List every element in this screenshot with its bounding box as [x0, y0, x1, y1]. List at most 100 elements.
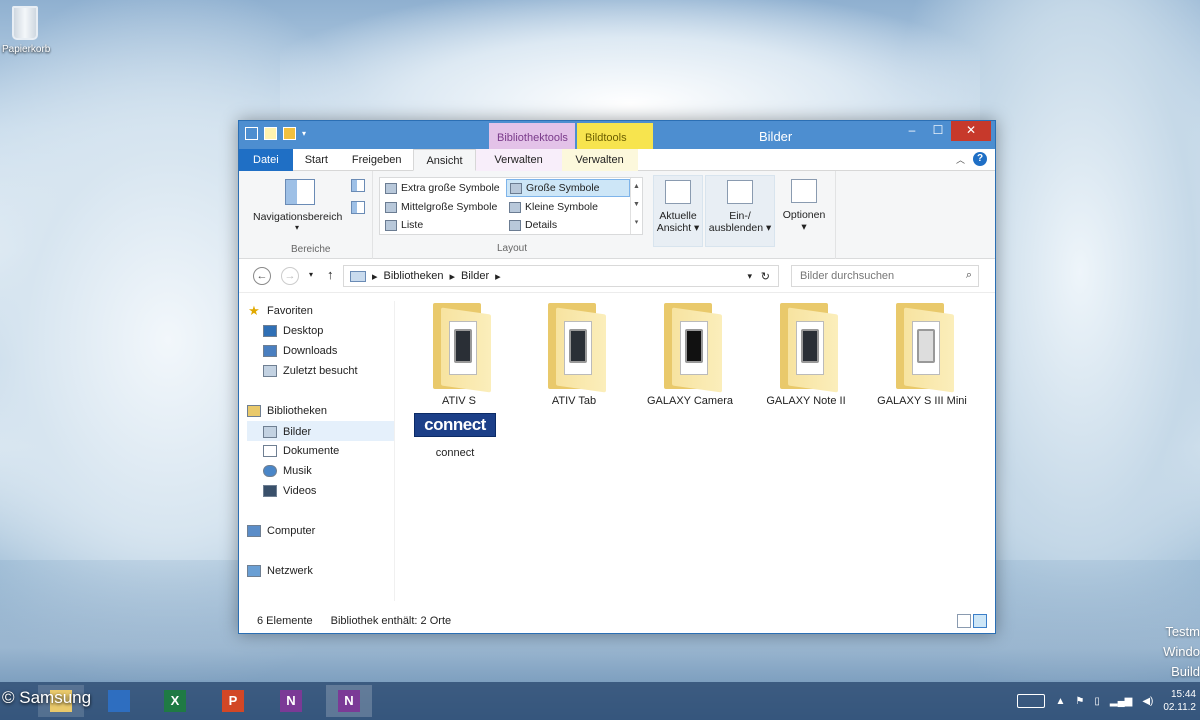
file-item[interactable]: connect connect [400, 413, 510, 459]
window-title: Bilder [759, 129, 793, 144]
tab-file[interactable]: Datei [239, 149, 293, 171]
pictures-icon [263, 425, 277, 438]
flag-icon[interactable]: ⚑ [1075, 696, 1084, 707]
taskbar-onenote[interactable]: N [268, 685, 314, 717]
nav-music[interactable]: Musik [247, 461, 394, 481]
layout-small-icons[interactable]: Kleine Symbole [506, 198, 630, 216]
window-icon[interactable] [245, 127, 258, 140]
nav-recent[interactable]: Zuletzt besucht [247, 361, 394, 381]
status-library-info: Bibliothek enthält: 2 Orte [330, 615, 452, 627]
options-dropdown-icon: ▾ [801, 221, 807, 233]
recent-locations-icon[interactable]: ▾ [309, 270, 313, 279]
tab-manage-library[interactable]: Verwalten [475, 149, 562, 171]
nav-videos[interactable]: Videos [247, 481, 394, 501]
navigation-pane-button[interactable]: Navigationsbereich [253, 211, 342, 223]
address-input[interactable]: ▸ Bibliotheken ▸ Bilder ▸ ▾ ↻ [343, 265, 779, 287]
nav-label: Downloads [283, 345, 338, 357]
nav-downloads[interactable]: Downloads [247, 341, 394, 361]
layout-list[interactable]: Liste [382, 216, 504, 234]
large-icons-icon [510, 182, 522, 194]
forward-button[interactable]: → [281, 267, 299, 285]
minimize-button[interactable]: – [899, 121, 925, 141]
nav-desktop[interactable]: Desktop [247, 321, 394, 341]
file-name: GALAXY S III Mini [877, 395, 967, 407]
taskbar-onenote-clipper[interactable]: N [326, 685, 372, 717]
folder-icon [542, 303, 606, 393]
search-icon[interactable]: ⌕ [966, 269, 972, 282]
volume-icon[interactable]: ◀) [1142, 696, 1153, 707]
onenote-clipper-icon: N [338, 690, 360, 712]
navigation-pane-icon[interactable] [285, 179, 315, 205]
file-list: ATIV S ATIV Tab GALAXY Camera GALAXY Not… [404, 301, 994, 601]
layout-gallery-scroll[interactable]: ▲ ▼ ▾ [630, 178, 642, 234]
tab-share[interactable]: Freigeben [340, 149, 414, 171]
tab-view[interactable]: Ansicht [413, 149, 476, 171]
layout-large-icons[interactable]: Große Symbole [506, 179, 630, 197]
taskbar-excel[interactable]: X [152, 685, 198, 717]
options-button[interactable]: Optionen ▾ [777, 175, 831, 247]
file-item[interactable]: ATIV S [404, 303, 514, 407]
back-button[interactable]: ← [253, 267, 271, 285]
excel-icon: X [164, 690, 186, 712]
search-input[interactable]: Bilder durchsuchen ⌕ [791, 265, 979, 287]
powerpoint-icon: P [222, 690, 244, 712]
close-button[interactable]: ✕ [951, 121, 991, 141]
network-icon [247, 565, 261, 577]
battery-icon[interactable]: ▯ [1094, 696, 1100, 707]
taskbar-powerpoint[interactable]: P [210, 685, 256, 717]
new-folder-icon[interactable] [283, 127, 296, 140]
nav-pictures[interactable]: Bilder [247, 421, 394, 441]
breadcrumb-pictures[interactable]: Bilder [461, 270, 489, 282]
address-dropdown-icon[interactable]: ▾ [747, 271, 752, 282]
clock[interactable]: 15:44 02.11.2 [1163, 688, 1196, 714]
navigation-pane-dropdown-icon[interactable]: ▾ [295, 223, 299, 232]
show-hide-button[interactable]: Ein-/ ausblenden ▾ [705, 175, 775, 247]
signal-icon[interactable]: ▂▄▆ [1110, 696, 1132, 707]
up-button[interactable]: ↑ [327, 267, 334, 282]
maximize-button[interactable]: ☐ [925, 121, 951, 141]
context-tab-library-tools: Bibliothektools [489, 123, 575, 149]
file-item[interactable]: ATIV Tab [519, 303, 629, 407]
nav-computer[interactable]: Computer [247, 521, 394, 541]
show-hidden-icons-icon[interactable]: ▲ [1055, 696, 1065, 707]
list-icon [385, 219, 397, 231]
folder-icon [890, 303, 954, 393]
file-item[interactable]: GALAXY Camera [635, 303, 745, 407]
nav-label: Musik [283, 465, 312, 477]
details-view-button[interactable] [957, 614, 971, 628]
current-view-button[interactable]: Aktuelle Ansicht ▾ [653, 175, 703, 247]
breadcrumb-separator[interactable]: ▸ [495, 270, 501, 283]
details-pane-icon[interactable] [351, 201, 365, 214]
layout-item-label: Mittelgroße Symbole [401, 201, 498, 213]
libraries-icon [247, 405, 261, 417]
help-icon[interactable]: ? [973, 152, 987, 166]
breadcrumb-libraries[interactable]: Bibliotheken [384, 270, 444, 282]
nav-libraries[interactable]: Bibliotheken [247, 401, 394, 421]
nav-favorites[interactable]: ★ Favoriten [247, 301, 394, 321]
layout-medium-icons[interactable]: Mittelgroße Symbole [382, 198, 504, 216]
nav-documents[interactable]: Dokumente [247, 441, 394, 461]
collapse-ribbon-icon[interactable]: ︿ [956, 153, 965, 166]
file-name: GALAXY Note II [766, 395, 846, 407]
breadcrumb-separator[interactable]: ▸ [372, 270, 378, 283]
layout-gallery: Extra große Symbole Große Symbole Mittel… [379, 177, 643, 235]
qat-dropdown-icon[interactable]: ▾ [302, 129, 306, 138]
touch-keyboard-icon[interactable] [1017, 694, 1046, 708]
file-item[interactable]: GALAXY Note II [751, 303, 861, 407]
recycle-bin-desktop-icon[interactable]: Papierkorb [2, 6, 50, 55]
tab-manage-pictures[interactable]: Verwalten [561, 149, 638, 171]
layout-extra-large-icons[interactable]: Extra große Symbole [382, 179, 504, 197]
group-panes: Navigationsbereich ▾ Bereiche [239, 171, 373, 259]
star-icon: ★ [248, 303, 260, 318]
title-bar[interactable]: ▾ Bibliothektools Bildtools Bilder – ☐ ✕ [239, 121, 995, 149]
preview-pane-icon[interactable] [351, 179, 365, 192]
refresh-icon[interactable]: ↻ [761, 270, 770, 283]
properties-icon[interactable] [264, 127, 277, 140]
large-icons-view-button[interactable] [973, 614, 987, 628]
layout-details[interactable]: Details [506, 216, 630, 234]
breadcrumb-separator[interactable]: ▸ [449, 270, 455, 283]
taskbar-ie[interactable] [96, 685, 142, 717]
file-item[interactable]: GALAXY S III Mini [867, 303, 977, 407]
tab-start[interactable]: Start [293, 149, 340, 171]
nav-network[interactable]: Netzwerk [247, 561, 394, 581]
